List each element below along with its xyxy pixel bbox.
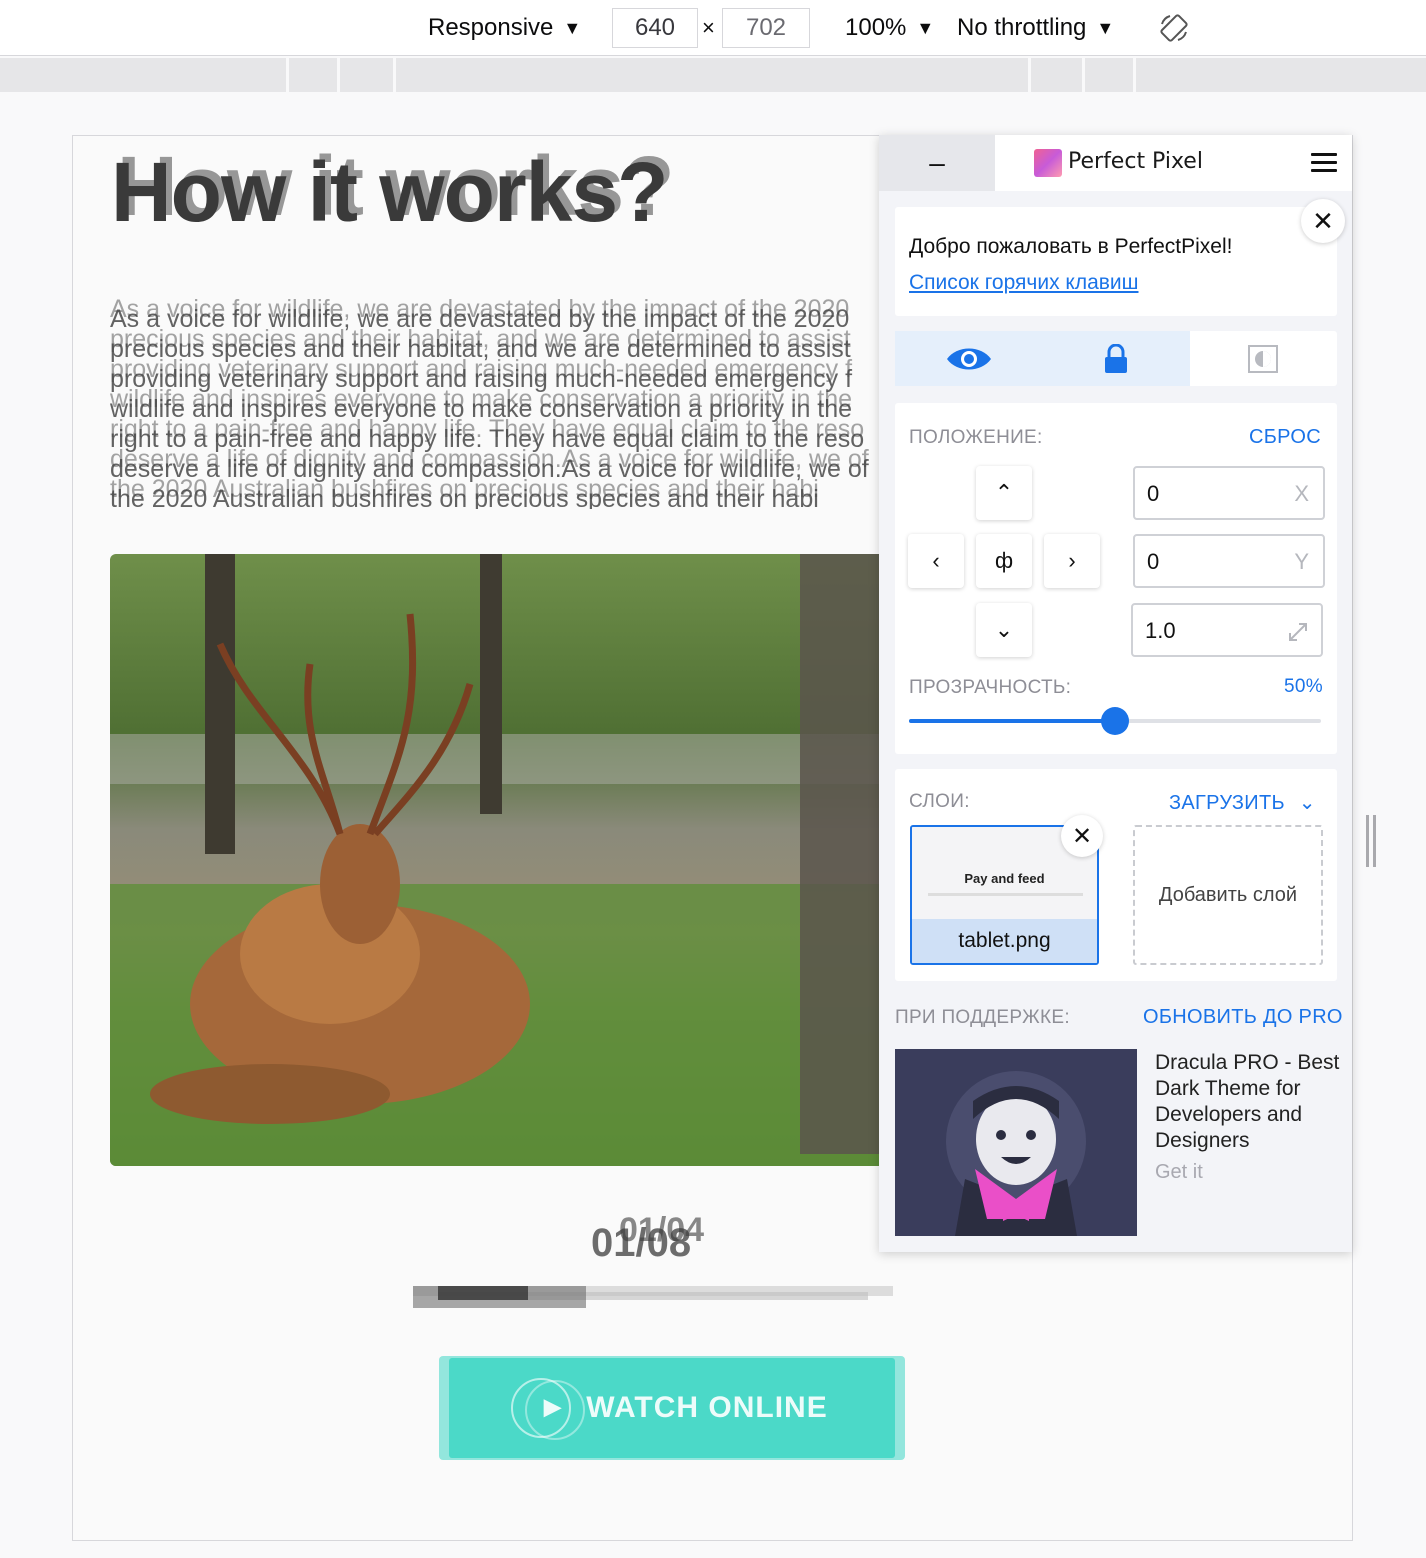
ad-cta-link[interactable]: Get it xyxy=(1155,1161,1203,1184)
panel-header: – Perfect Pixel xyxy=(879,135,1352,191)
media-query-ruler xyxy=(0,58,1426,92)
move-left-button[interactable]: ‹ xyxy=(908,534,964,588)
caret-down-icon: ▼ xyxy=(916,17,935,38)
watch-online-label: WATCH ONLINE xyxy=(586,1391,828,1424)
add-layer-button[interactable]: Добавить слой xyxy=(1133,825,1323,965)
upgrade-pro-link[interactable]: ОБНОВИТЬ ДО PRO xyxy=(1143,1006,1343,1029)
center-icon: ф xyxy=(994,548,1014,573)
x-offset-value: 0 xyxy=(1147,481,1160,506)
page-title: How it works? xyxy=(111,145,668,239)
caret-down-icon: ▼ xyxy=(1096,17,1115,38)
zoom-label: 100% xyxy=(845,14,907,41)
welcome-message: Добро пожаловать в PerfectPixel! xyxy=(909,235,1233,258)
rotate-icon[interactable] xyxy=(1158,12,1190,44)
position-card: ПОЛОЖЕНИЕ: СБРОС ⌃ ‹ ф › ⌄ 0 X 0 Y 1.0 П… xyxy=(895,403,1337,754)
close-welcome-icon[interactable]: ✕ xyxy=(1301,199,1345,243)
perfect-pixel-panel: – Perfect Pixel Добро пожаловать в Perfe… xyxy=(879,135,1352,1252)
minimize-button[interactable]: – xyxy=(879,135,995,191)
caret-down-icon: ▼ xyxy=(563,17,582,38)
chevron-up-icon: ⌃ xyxy=(994,480,1014,505)
y-offset-value: 0 xyxy=(1147,549,1160,574)
x-axis-label: X xyxy=(1294,481,1309,506)
toggle-visibility-button[interactable] xyxy=(895,331,1043,386)
chevron-left-icon: ‹ xyxy=(932,548,940,573)
remove-layer-icon[interactable]: ✕ xyxy=(1061,815,1103,857)
resize-handle[interactable] xyxy=(1366,815,1376,867)
invert-colors-button[interactable] xyxy=(1190,331,1337,386)
zoom-selector[interactable]: 100% ▼ xyxy=(845,0,934,56)
progress-fill xyxy=(438,1286,528,1300)
lock-icon xyxy=(1104,343,1127,373)
move-down-button[interactable]: ⌄ xyxy=(976,603,1032,657)
device-label: Responsive xyxy=(428,14,554,41)
watch-online-button[interactable]: ▶ WATCH ONLINE xyxy=(449,1358,895,1458)
move-up-button[interactable]: ⌃ xyxy=(976,466,1032,520)
hamburger-menu-icon[interactable] xyxy=(1311,153,1337,173)
layer-preview-title: Pay and feed xyxy=(964,871,1045,886)
responsive-toolbar: Responsive ▼ 640 × 702 100% ▼ No throttlin… xyxy=(0,0,1426,56)
throttling-selector[interactable]: No throttling ▼ xyxy=(957,0,1114,56)
position-label: ПОЛОЖЕНИЕ: xyxy=(909,427,1043,448)
y-offset-field[interactable]: 0 Y xyxy=(1133,534,1325,588)
upload-label: ЗАГРУЗИТЬ xyxy=(1169,792,1285,814)
mode-toolbar xyxy=(895,331,1337,386)
center-button[interactable]: ф xyxy=(976,534,1032,588)
reset-button[interactable]: СБРОС xyxy=(1249,426,1321,449)
dracula-ad-image[interactable] xyxy=(895,1049,1137,1236)
scale-value: 1.0 xyxy=(1145,618,1176,643)
play-triangle-icon: ▶ xyxy=(544,1394,562,1419)
ad-text[interactable]: Dracula PRO - Best Dark Theme for Develo… xyxy=(1155,1050,1345,1154)
resize-icon xyxy=(1289,623,1307,641)
panel-title: Perfect Pixel xyxy=(1068,149,1203,174)
x-offset-field[interactable]: 0 X xyxy=(1133,466,1325,520)
welcome-card: Добро пожаловать в PerfectPixel! Список … xyxy=(895,199,1345,316)
chevron-down-icon: ⌄ xyxy=(1298,792,1316,814)
eye-icon xyxy=(946,348,991,369)
opacity-slider[interactable] xyxy=(909,707,1321,735)
slide-counter: 01/08 xyxy=(591,1221,692,1265)
times-sign: × xyxy=(702,15,715,40)
perfect-pixel-logo xyxy=(1034,149,1062,177)
y-axis-label: Y xyxy=(1294,549,1309,574)
sponsor-label: ПРИ ПОДДЕРЖКЕ: xyxy=(895,1007,1070,1028)
opacity-slider-knob[interactable] xyxy=(1101,707,1129,735)
chevron-down-icon: ⌄ xyxy=(994,617,1014,642)
layers-card: СЛОИ: ЗАГРУЗИТЬ ⌄ Pay and feed tablet.pn… xyxy=(895,769,1337,981)
opacity-label: ПРОЗРАЧНОСТЬ: xyxy=(909,677,1072,698)
throttling-label: No throttling xyxy=(957,14,1087,41)
chevron-right-icon: › xyxy=(1068,548,1076,573)
opacity-value: 50% xyxy=(1284,676,1323,697)
scale-field[interactable]: 1.0 xyxy=(1131,603,1323,657)
invert-icon xyxy=(1248,344,1279,373)
width-input[interactable]: 640 xyxy=(612,8,698,48)
move-right-button[interactable]: › xyxy=(1044,534,1100,588)
body-text: As a voice for wildlife, we are devastat… xyxy=(110,305,869,509)
lock-button[interactable] xyxy=(1042,331,1190,386)
upload-button[interactable]: ЗАГРУЗИТЬ ⌄ xyxy=(1169,790,1316,815)
hotkeys-link[interactable]: Список горячих клавиш xyxy=(909,271,1139,295)
layers-label: СЛОИ: xyxy=(909,791,970,812)
device-selector[interactable]: Responsive ▼ xyxy=(428,0,581,56)
height-input[interactable]: 702 xyxy=(722,8,810,48)
deer-photo xyxy=(110,554,890,1166)
opacity-slider-fill xyxy=(909,719,1115,723)
layer-filename: tablet.png xyxy=(958,929,1051,952)
